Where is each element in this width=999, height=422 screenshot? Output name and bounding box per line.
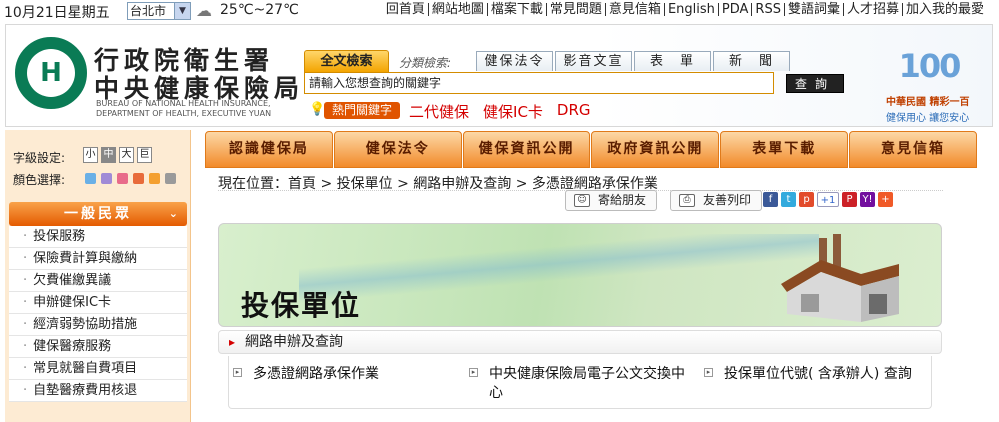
hot-link-nhi2[interactable]: 二代健保 xyxy=(409,101,469,122)
top-link-english[interactable]: English xyxy=(663,3,718,16)
section-banner: 投保單位 xyxy=(218,223,942,327)
print-button[interactable]: ⎙ 友善列印 xyxy=(670,190,762,211)
sidebar-item-selfpay[interactable]: 常見就醫自費項目 xyxy=(9,358,187,380)
person-icon: ☺ xyxy=(574,194,590,207)
link-multi-cert[interactable]: ▸ 多憑證網路承保作業 xyxy=(233,365,423,384)
banner-title: 投保單位 xyxy=(241,289,362,322)
tab-category-law[interactable]: 健保法令 xyxy=(476,51,553,71)
pinterest-icon[interactable]: P xyxy=(842,192,857,207)
top-link-feedback[interactable]: 意見信箱 xyxy=(604,3,664,16)
temperature: 25℃~27℃ xyxy=(220,2,299,18)
font-size-buttons: 小 中 大 巨 xyxy=(83,147,155,163)
facebook-icon[interactable]: f xyxy=(763,192,778,207)
top-link-favorite[interactable]: 加入我的最愛 xyxy=(901,3,987,16)
slogan-centennial: 中華民國 精彩一百 xyxy=(886,97,970,108)
color-swatch-pink[interactable] xyxy=(117,173,128,184)
font-size-medium[interactable]: 中 xyxy=(101,147,116,163)
printer-icon: ⎙ xyxy=(679,194,695,207)
sidebar-item-medical[interactable]: 健保醫療服務 xyxy=(9,336,187,358)
font-size-small[interactable]: 小 xyxy=(83,147,98,163)
plurk-icon[interactable]: p xyxy=(799,192,814,207)
sidebar-item-reimburse[interactable]: 自墊醫療費用核退 xyxy=(9,380,187,402)
twitter-icon[interactable]: t xyxy=(781,192,796,207)
link-doc-exchange[interactable]: ▸ 中央健康保險局電子公文交換中心 xyxy=(469,365,689,403)
section-heading: 網路申辦及查詢 xyxy=(218,330,942,354)
font-size-label: 字級設定: xyxy=(13,151,66,165)
nhi-logo[interactable]: H xyxy=(15,37,87,109)
top-link-pda[interactable]: PDA xyxy=(717,3,752,16)
org-name-english: BUREAU OF NATIONAL HEALTH INSURANCE, DEP… xyxy=(96,99,272,118)
date-display: 10月21日星期五 xyxy=(4,5,110,21)
tab-category-forms[interactable]: 表 單 xyxy=(634,51,711,71)
nav-feedback[interactable]: 意見信箱 xyxy=(849,131,977,168)
slogan-nhi: 健保用心 讓您安心 xyxy=(886,113,970,124)
more-share-icon[interactable]: + xyxy=(878,192,893,207)
chevron-down-icon[interactable]: ▼ xyxy=(174,3,190,19)
external-link-icon: ▸ xyxy=(704,368,713,377)
nav-forms[interactable]: 表單下載 xyxy=(720,131,849,168)
search-input[interactable]: 請輸入您想查詢的關鍵字 xyxy=(304,72,774,94)
link-unit-code-query[interactable]: ▸ 投保單位代號( 含承辦人) 查詢 xyxy=(704,365,924,384)
sidebar-item-iccard[interactable]: 申辦健保IC卡 xyxy=(9,292,187,314)
hot-keywords-label: 熱門關鍵字 xyxy=(324,102,400,119)
city-select[interactable]: 台北市 ▼ xyxy=(127,2,191,20)
hot-link-iccard[interactable]: 健保IC卡 xyxy=(483,101,543,122)
search-button[interactable]: 查詢 xyxy=(786,74,844,93)
lightbulb-icon: 💡 xyxy=(309,102,326,117)
tab-category-news[interactable]: 新 聞 xyxy=(713,51,790,71)
category-search-label: 分類檢索: xyxy=(399,56,452,70)
yahoo-icon[interactable]: Y! xyxy=(860,192,875,207)
sidebar-menu: 投保服務 保險費計算與繳納 欠費催繳異議 申辦健保IC卡 經濟弱勢協助措施 健保… xyxy=(9,226,187,402)
menu-title: 一般民眾 xyxy=(64,206,132,222)
weather-cloud-icon: ☁ xyxy=(196,1,212,20)
font-size-xlarge[interactable]: 巨 xyxy=(137,147,152,163)
site-header: H 行政院衛生署 中央健康保險局 BUREAU OF NATIONAL HEAL… xyxy=(5,24,993,127)
top-link-rss[interactable]: RSS xyxy=(751,3,784,16)
external-link-icon: ▸ xyxy=(233,368,242,377)
social-share-icons: f t p +1 P Y! + xyxy=(763,192,896,207)
chevron-down-icon: ⌄ xyxy=(168,207,181,220)
left-sidebar: 字級設定: 小 中 大 巨 顏色選擇: 一般民眾 ⌄ 投保服務 保險費計算與繳納… xyxy=(5,130,191,422)
logo-mark: H xyxy=(40,58,62,88)
top-links: 回首頁 網站地圖 檔案下載 常見問題 意見信箱 English PDA RSS … xyxy=(383,3,987,16)
top-link-recruit[interactable]: 人才招募 xyxy=(842,3,902,16)
color-swatch-orange[interactable] xyxy=(149,173,160,184)
factory-icon xyxy=(781,234,899,322)
sidebar-item-premium[interactable]: 保險費計算與繳納 xyxy=(9,248,187,270)
top-bar: 10月21日星期五 台北市 ▼ ☁ 25℃~27℃ 回首頁 網站地圖 檔案下載 … xyxy=(0,0,999,22)
hot-link-drg[interactable]: DRG xyxy=(557,101,591,122)
top-link-downloads[interactable]: 檔案下載 xyxy=(486,3,546,16)
category-tabs: 健保法令 影音文宣 表 單 新 聞 xyxy=(476,51,792,71)
tab-category-media[interactable]: 影音文宣 xyxy=(555,51,632,71)
centennial-badge[interactable]: 100 xyxy=(881,47,977,89)
tab-full-text-search[interactable]: 全文檢索 xyxy=(304,50,389,72)
sidebar-item-assistance[interactable]: 經濟弱勢協助措施 xyxy=(9,314,187,336)
link-list: ▸ 多憑證網路承保作業 ▸ 中央健康保險局電子公文交換中心 ▸ 投保單位代號( … xyxy=(228,356,932,409)
color-swatch-gray[interactable] xyxy=(165,173,176,184)
main-nav: 認識健保局 健保法令 健保資訊公開 政府資訊公開 表單下載 意見信箱 xyxy=(205,131,978,168)
color-swatch-red[interactable] xyxy=(133,173,144,184)
top-link-faq[interactable]: 常見問題 xyxy=(545,3,605,16)
nav-law[interactable]: 健保法令 xyxy=(333,131,462,168)
nav-gov-info[interactable]: 政府資訊公開 xyxy=(591,131,720,168)
external-link-icon: ▸ xyxy=(469,368,478,377)
top-link-glossary[interactable]: 雙語詞彙 xyxy=(783,3,843,16)
centennial-number: 100 xyxy=(898,47,962,85)
top-link-home[interactable]: 回首頁 xyxy=(383,3,428,16)
color-select-label: 顏色選擇: xyxy=(13,173,66,187)
font-size-large[interactable]: 大 xyxy=(119,147,134,163)
color-swatch-purple[interactable] xyxy=(101,173,112,184)
sidebar-item-arrears[interactable]: 欠費催繳異議 xyxy=(9,270,187,292)
top-link-sitemap[interactable]: 網站地圖 xyxy=(427,3,487,16)
city-select-value: 台北市 xyxy=(130,4,167,18)
nav-about[interactable]: 認識健保局 xyxy=(205,131,333,168)
menu-general-public[interactable]: 一般民眾 ⌄ xyxy=(9,202,187,226)
sidebar-item-enrollment[interactable]: 投保服務 xyxy=(9,226,187,248)
google-plus-one-icon[interactable]: +1 xyxy=(817,192,839,207)
color-swatch-blue[interactable] xyxy=(85,173,96,184)
nav-info-public[interactable]: 健保資訊公開 xyxy=(462,131,591,168)
color-swatches xyxy=(85,173,181,184)
send-to-friend-button[interactable]: ☺ 寄給朋友 xyxy=(565,190,657,211)
hot-keyword-links: 二代健保 健保IC卡 DRG xyxy=(409,101,605,122)
